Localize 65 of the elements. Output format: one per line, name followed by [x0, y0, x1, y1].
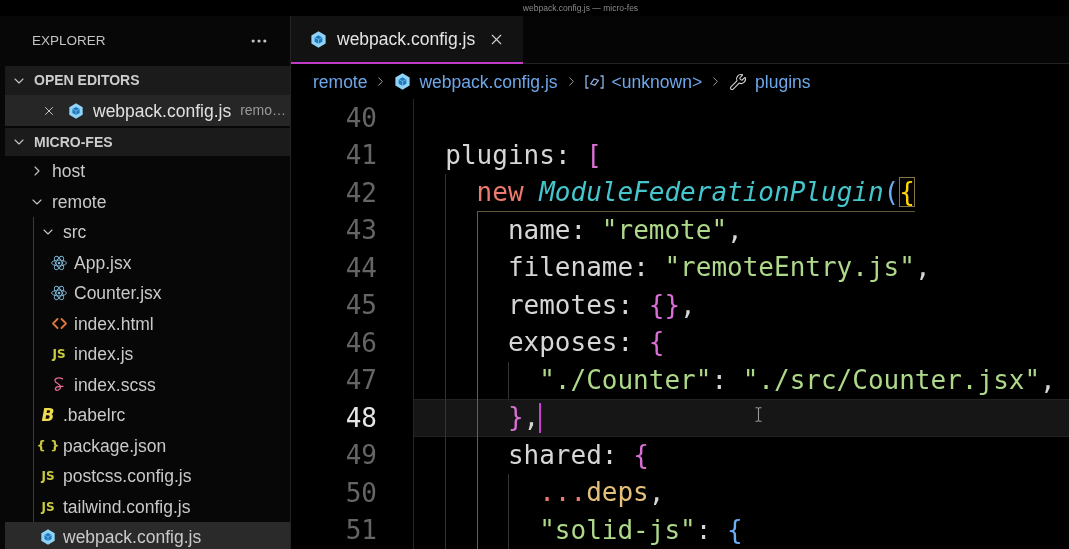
code-line: filename: "remoteEntry.js",	[507, 251, 931, 285]
line-number: 51	[345, 515, 377, 546]
file-item[interactable]: webpack.config.js	[5, 522, 290, 549]
open-editor-item[interactable]: webpack.config.js remo…	[5, 95, 290, 126]
line-number: 46	[345, 327, 377, 358]
atom-icon	[51, 285, 67, 302]
file-item[interactable]: index.html	[5, 308, 290, 339]
folder-item[interactable]: src	[5, 217, 290, 248]
file-name: webpack.config.js	[93, 100, 232, 121]
file-item[interactable]: JS tailwind.config.js	[5, 491, 290, 522]
file-item[interactable]: Counter.jsx	[5, 278, 290, 309]
ibeam-cursor-icon	[755, 407, 762, 422]
code-line: exposes: {	[507, 326, 665, 360]
line-number: 49	[345, 440, 377, 471]
line-number: 48	[345, 402, 377, 433]
file-item[interactable]: { } package.json	[5, 430, 290, 461]
breadcrumb-item[interactable]: webpack.config.js	[394, 71, 558, 92]
code-line: name: "remote",	[507, 213, 743, 247]
breadcrumb-item[interactable]: <unknown>	[584, 71, 703, 92]
code-line: plugins: [	[445, 138, 602, 172]
line-number: 42	[345, 177, 377, 208]
js-icon: JS	[41, 470, 55, 483]
file-item[interactable]: B .babelrc	[5, 400, 290, 431]
code-line: remotes: {},	[507, 288, 696, 322]
bracket-symbol-icon	[584, 74, 604, 89]
line-number: 47	[345, 365, 377, 396]
breadcrumb-item[interactable]: remote	[313, 71, 368, 92]
file-item[interactable]: App.jsx	[5, 247, 290, 278]
file-item[interactable]: JS postcss.config.js	[5, 461, 290, 492]
breadcrumb-item[interactable]: plugins	[729, 71, 811, 92]
file-folder-hint: remo…	[240, 102, 287, 119]
text-cursor-icon	[539, 402, 542, 433]
folder-item[interactable]: remote	[5, 186, 290, 217]
code-line: new ModuleFederationPlugin({	[476, 174, 915, 212]
braces-icon: { }	[36, 439, 60, 453]
js-icon: JS	[41, 500, 55, 513]
line-number: 45	[345, 290, 377, 321]
line-number: 40	[345, 102, 377, 133]
cube-icon	[68, 102, 84, 119]
cube-icon	[40, 529, 56, 546]
line-number: 50	[345, 477, 377, 508]
folder-item[interactable]: host	[5, 156, 290, 187]
code-line: },	[507, 401, 540, 435]
atom-icon	[51, 254, 67, 271]
cube-icon	[310, 30, 327, 48]
squiggle-icon	[54, 377, 64, 393]
file-item[interactable]: index.scss	[5, 369, 290, 400]
letter-b-icon: B	[41, 406, 55, 424]
angle-brackets-icon	[51, 318, 67, 330]
editor-tab[interactable]: webpack.config.js	[291, 16, 524, 64]
line-number: 41	[345, 140, 377, 171]
code-line: "solid-js": {	[539, 513, 743, 547]
sidebar-title: EXPLORER	[32, 33, 106, 49]
line-number: 43	[345, 215, 377, 246]
cube-icon	[394, 73, 412, 90]
js-icon: JS	[52, 348, 66, 361]
file-item[interactable]: JS index.js	[5, 339, 290, 370]
section-header[interactable]: MICRO-FES	[5, 128, 290, 156]
line-number: 44	[345, 252, 377, 283]
section-header[interactable]: OPEN EDITORS	[5, 66, 290, 95]
code-line: shared: {	[507, 438, 649, 472]
code-line: "./Counter": "./src/Counter.jsx",	[539, 363, 1056, 397]
code-line: ...deps,	[539, 476, 665, 510]
window-title: webpack.config.js — micro-fes	[522, 3, 639, 13]
wrench-icon	[729, 72, 748, 91]
